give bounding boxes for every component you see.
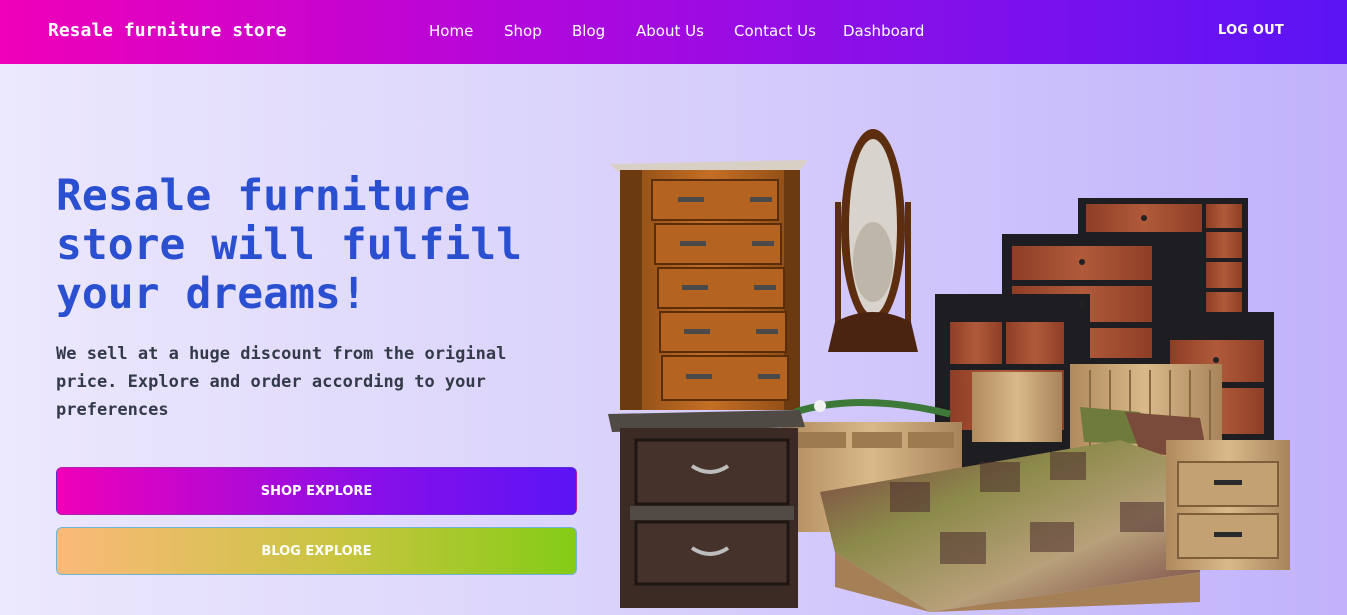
hero-subtitle-line: preferences [56,400,169,420]
dark-nightstand [608,410,805,608]
nav-link-dashboard[interactable]: Dashboard [843,22,924,40]
hero-title-line: Resale furniture [56,171,471,221]
hero-subtitle-line: We sell at a huge discount from the orig… [56,344,507,364]
nav-link-blog[interactable]: Blog [572,22,605,40]
blog-explore-button[interactable]: BLOG EXPLORE [56,527,577,575]
hero-title-line: your dreams! [56,269,367,319]
rustic-nightstand-back [972,372,1062,442]
shop-explore-button[interactable]: SHOP EXPLORE [56,467,577,515]
hero-section: Resale furniture store will fulfill your… [0,64,1347,615]
nav-links: Home Shop Blog About Us Contact Us Dashb… [0,0,1347,64]
furniture-collection-image [608,129,1290,612]
navbar: Resale furniture store Home Shop Blog Ab… [0,0,1347,64]
cheval-mirror [828,129,918,352]
hero-title: Resale furniture store will fulfill your… [56,172,576,319]
hero-subtitle-line: price. Explore and order according to yo… [56,372,486,392]
rustic-nightstand-right [1166,440,1290,570]
logout-button[interactable]: LOG OUT [1218,23,1284,38]
hero-subtitle: We sell at a huge discount from the orig… [56,340,556,424]
nav-link-shop[interactable]: Shop [504,22,542,40]
tall-chest [610,160,808,410]
nav-link-about-us[interactable]: About Us [636,22,704,40]
hero-title-line: store will fulfill [56,220,522,270]
nav-link-home[interactable]: Home [429,22,473,40]
nav-link-contact-us[interactable]: Contact Us [734,22,816,40]
